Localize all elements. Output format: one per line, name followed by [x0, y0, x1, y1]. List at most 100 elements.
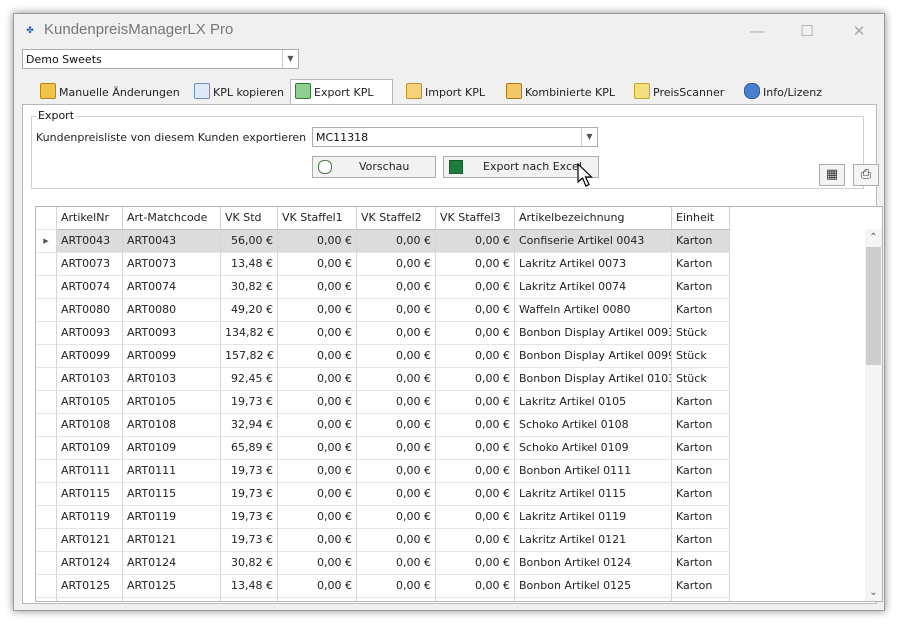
cell-vk-staffel2[interactable]: 0,00 € — [357, 437, 436, 460]
cell-vk-staffel2[interactable]: 0,00 € — [357, 506, 436, 529]
row-indicator[interactable] — [36, 253, 57, 276]
cell-einheit[interactable]: Karton — [672, 552, 730, 575]
cell-vk-staffel3[interactable]: 0,00 € — [436, 437, 515, 460]
cell-vk-std[interactable]: 49,20 € — [221, 299, 278, 322]
cell-artikelbezeichnung[interactable]: Lakritz Artikel 0119 — [515, 506, 672, 529]
tab-export-kpl[interactable]: Export KPL — [290, 79, 393, 105]
cell-vk-staffel1[interactable]: 0,00 € — [278, 299, 357, 322]
cell-art-matchcode[interactable]: ART0124 — [123, 552, 221, 575]
cell-vk-staffel3[interactable]: 0,00 € — [436, 322, 515, 345]
minimize-button[interactable]: — — [742, 20, 772, 42]
cell-einheit[interactable]: Karton — [672, 414, 730, 437]
cell-artikelbezeichnung[interactable]: Bonbon Display Artikel 0103 — [515, 368, 672, 391]
cell-vk-staffel1[interactable]: 0,00 € — [278, 230, 357, 253]
cell-art-matchcode[interactable]: ART0125 — [123, 575, 221, 598]
row-indicator[interactable] — [36, 322, 57, 345]
cell-vk-staffel2[interactable]: 0,00 € — [357, 230, 436, 253]
cell-vk-staffel2[interactable]: 0,00 € — [357, 414, 436, 437]
row-indicator[interactable] — [36, 414, 57, 437]
cell-vk-staffel2[interactable]: 0,00 € — [357, 299, 436, 322]
cell-artikelbezeichnung[interactable]: Lakritz Artikel 0073 — [515, 253, 672, 276]
cell-vk-staffel1[interactable]: 0,00 € — [278, 345, 357, 368]
customer-select[interactable]: Demo Sweets ▼ — [22, 49, 299, 69]
cell-art-matchcode[interactable]: ART0080 — [123, 299, 221, 322]
chevron-down-icon[interactable]: ▼ — [581, 128, 597, 146]
cell-vk-staffel2[interactable]: 0,00 € — [357, 598, 436, 601]
row-indicator[interactable] — [36, 460, 57, 483]
maximize-button[interactable]: ☐ — [792, 20, 822, 42]
cell-einheit[interactable]: Karton — [672, 575, 730, 598]
cell-einheit[interactable]: Karton — [672, 598, 730, 601]
cell-vk-staffel3[interactable]: 0,00 € — [436, 391, 515, 414]
cell-art-matchcode[interactable]: ART0105 — [123, 391, 221, 414]
tab-info-lizenz[interactable]: Info/Lizenz — [740, 83, 826, 103]
scroll-up-icon[interactable]: ⌃ — [865, 229, 882, 246]
cell-vk-std[interactable]: 56,00 € — [221, 230, 278, 253]
cell-vk-staffel1[interactable]: 0,00 € — [278, 506, 357, 529]
cell-art-matchcode[interactable]: ART0099 — [123, 345, 221, 368]
cell-artikelnr[interactable]: ART0093 — [57, 322, 123, 345]
export-excel-button[interactable]: Export nach Excel — [443, 156, 599, 178]
cell-vk-staffel1[interactable]: 0,00 € — [278, 552, 357, 575]
cell-vk-std[interactable]: 92,45 € — [221, 368, 278, 391]
cell-art-matchcode[interactable]: ART0115 — [123, 483, 221, 506]
row-indicator-arrow-icon[interactable]: ▶ — [36, 230, 57, 253]
scroll-down-icon[interactable]: ⌄ — [865, 584, 882, 601]
cell-vk-std[interactable]: 30,82 € — [221, 276, 278, 299]
cell-vk-staffel3[interactable]: 0,00 € — [436, 230, 515, 253]
table-row[interactable]: ART0119 ART0119 19,73 €0,00 €0,00 €0,00 € L… — [36, 506, 730, 529]
cell-vk-staffel3[interactable]: 0,00 € — [436, 506, 515, 529]
cell-artikelbezeichnung[interactable]: Bonbon Artikel 0111 — [515, 460, 672, 483]
cell-vk-std[interactable]: 65,89 € — [221, 437, 278, 460]
table-row[interactable]: ART0074 ART0074 30,82 €0,00 €0,00 €0,00 € L… — [36, 276, 730, 299]
row-indicator[interactable] — [36, 552, 57, 575]
cell-einheit[interactable]: Karton — [672, 391, 730, 414]
column-header-vk-staffel1[interactable]: VK Staffel1 — [278, 207, 357, 230]
table-row[interactable]: ART0109 ART0109 65,89 €0,00 €0,00 €0,00 € S… — [36, 437, 730, 460]
cell-vk-std[interactable]: 13,48 € — [221, 253, 278, 276]
cell-vk-staffel1[interactable]: 0,00 € — [278, 322, 357, 345]
cell-vk-std[interactable]: 19,73 € — [221, 460, 278, 483]
column-header-artikelnr[interactable]: ArtikelNr — [57, 207, 123, 230]
row-indicator[interactable] — [36, 299, 57, 322]
column-header-artikelbezeichnung[interactable]: Artikelbezeichnung — [515, 207, 672, 230]
cell-vk-staffel3[interactable]: 0,00 € — [436, 414, 515, 437]
cell-artikelnr[interactable]: ART0124 — [57, 552, 123, 575]
cell-vk-std[interactable]: 19,73 € — [221, 529, 278, 552]
cell-vk-std[interactable]: 19,73 € — [221, 483, 278, 506]
cell-vk-staffel3[interactable]: 0,00 € — [436, 529, 515, 552]
cell-vk-staffel2[interactable]: 0,00 € — [357, 322, 436, 345]
cell-vk-staffel2[interactable]: 0,00 € — [357, 276, 436, 299]
cell-artikelnr[interactable]: ART0115 — [57, 483, 123, 506]
cell-vk-staffel2[interactable]: 0,00 € — [357, 529, 436, 552]
row-indicator[interactable] — [36, 506, 57, 529]
column-header-einheit[interactable]: Einheit — [672, 207, 730, 230]
row-indicator[interactable] — [36, 598, 57, 601]
cell-artikelbezeichnung[interactable]: Bonbon Artikel 0127 — [515, 598, 672, 601]
cell-artikelnr[interactable]: ART0109 — [57, 437, 123, 460]
table-row[interactable]: ART0093 ART0093 134,82 €0,00 €0,00 €0,00 €… — [36, 322, 730, 345]
tab-preisscanner[interactable]: PreisScanner — [630, 83, 728, 103]
cell-artikelnr[interactable]: ART0111 — [57, 460, 123, 483]
table-row[interactable]: ART0080 ART0080 49,20 €0,00 €0,00 €0,00 € W… — [36, 299, 730, 322]
table-row[interactable]: ART0115 ART0115 19,73 €0,00 €0,00 €0,00 € L… — [36, 483, 730, 506]
table-row[interactable]: ART0108 ART0108 32,94 €0,00 €0,00 €0,00 € S… — [36, 414, 730, 437]
cell-artikelnr[interactable]: ART0080 — [57, 299, 123, 322]
cell-artikelbezeichnung[interactable]: Lakritz Artikel 0121 — [515, 529, 672, 552]
column-header-vk-staffel3[interactable]: VK Staffel3 — [436, 207, 515, 230]
cell-vk-staffel1[interactable]: 0,00 € — [278, 414, 357, 437]
cell-vk-std[interactable]: 157,82 € — [221, 345, 278, 368]
row-indicator[interactable] — [36, 529, 57, 552]
cell-vk-staffel1[interactable]: 0,00 € — [278, 575, 357, 598]
cell-vk-staffel1[interactable]: 0,00 € — [278, 253, 357, 276]
column-header-art-matchcode[interactable]: Art-Matchcode — [123, 207, 221, 230]
cell-einheit[interactable]: Stück — [672, 368, 730, 391]
cell-artikelnr[interactable]: ART0108 — [57, 414, 123, 437]
cell-vk-std[interactable]: 134,82 € — [221, 322, 278, 345]
cell-artikelbezeichnung[interactable]: Schoko Artikel 0109 — [515, 437, 672, 460]
cell-vk-std[interactable]: 32,94 € — [221, 414, 278, 437]
cell-art-matchcode[interactable]: ART0043 — [123, 230, 221, 253]
table-row[interactable]: ART0073 ART0073 13,48 €0,00 €0,00 €0,00 € L… — [36, 253, 730, 276]
cell-vk-staffel3[interactable]: 0,00 € — [436, 460, 515, 483]
cell-vk-staffel1[interactable]: 0,00 € — [278, 483, 357, 506]
